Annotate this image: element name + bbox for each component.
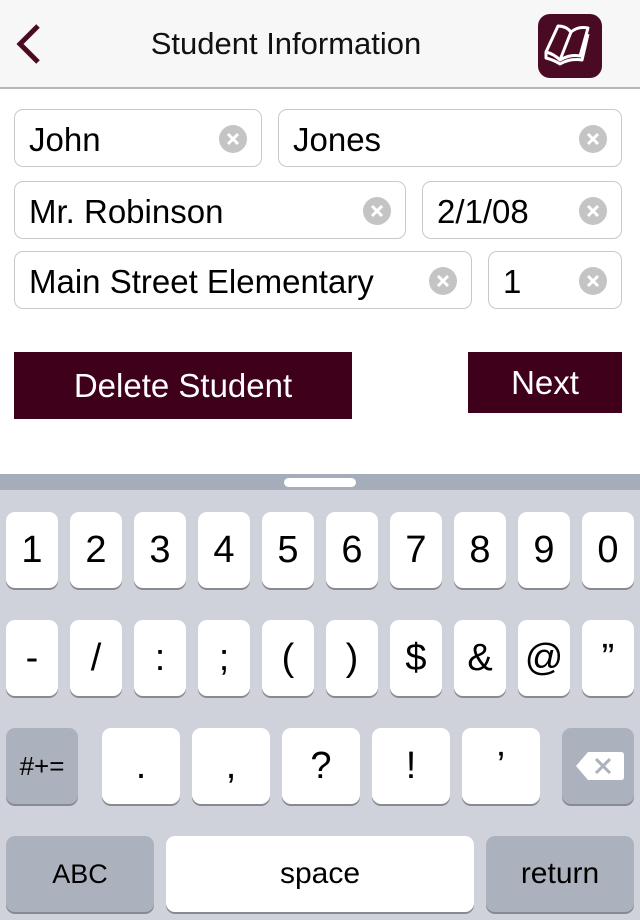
space-key[interactable]: space	[166, 836, 474, 912]
clear-birth-date-button[interactable]	[579, 197, 607, 225]
clear-icon	[370, 204, 384, 218]
key[interactable]: ?	[282, 728, 360, 804]
key[interactable]: 9	[518, 512, 570, 588]
clear-school-button[interactable]	[429, 267, 457, 295]
symbols-key[interactable]: #+=	[6, 728, 78, 804]
key[interactable]: !	[372, 728, 450, 804]
key[interactable]: &	[454, 620, 506, 696]
abc-key[interactable]: ABC	[6, 836, 154, 912]
navigation-bar: Student Information	[0, 0, 640, 89]
clear-first-name-button[interactable]	[219, 125, 247, 153]
key[interactable]: ,	[192, 728, 270, 804]
clear-icon	[586, 274, 600, 288]
last-name-value: Jones	[293, 121, 382, 158]
key[interactable]: 3	[134, 512, 186, 588]
clear-grade-button[interactable]	[579, 267, 607, 295]
key[interactable]: ’	[462, 728, 540, 804]
backspace-key[interactable]	[562, 728, 634, 804]
key[interactable]: 5	[262, 512, 314, 588]
key[interactable]: 2	[70, 512, 122, 588]
first-name-value: John	[29, 121, 101, 158]
clear-teacher-button[interactable]	[363, 197, 391, 225]
key[interactable]: ”	[582, 620, 634, 696]
book-button[interactable]	[538, 14, 602, 78]
return-key[interactable]: return	[486, 836, 634, 912]
grade-field[interactable]: 1	[488, 251, 622, 309]
teacher-value: Mr. Robinson	[29, 193, 224, 230]
open-book-icon	[544, 24, 590, 66]
keyboard: 1234567890 - /:;() $ & @” #+= .,?!’ ABC spac…	[0, 474, 640, 920]
clear-icon	[226, 132, 240, 146]
teacher-field[interactable]: Mr. Robinson	[14, 181, 406, 239]
key[interactable]: 7	[390, 512, 442, 588]
key[interactable]: 0	[582, 512, 634, 588]
school-value: Main Street Elementary	[29, 263, 374, 300]
delete-student-button[interactable]: Delete Student	[14, 352, 352, 419]
birth-date-value: 2/1/08	[437, 193, 529, 230]
key[interactable]: 8	[454, 512, 506, 588]
keyboard-handle[interactable]	[284, 478, 356, 487]
grade-value: 1	[503, 263, 522, 300]
key[interactable]: @	[518, 620, 570, 696]
key[interactable]: 4	[198, 512, 250, 588]
page-title: Student Information	[150, 26, 422, 61]
school-field[interactable]: Main Street Elementary	[14, 251, 472, 309]
birth-date-field[interactable]: 2/1/08	[422, 181, 622, 239]
key[interactable]: -	[6, 620, 58, 696]
next-button[interactable]: Next	[468, 352, 622, 413]
key[interactable]: 6	[326, 512, 378, 588]
key[interactable]: 1	[6, 512, 58, 588]
clear-icon	[436, 274, 450, 288]
key[interactable]: ;	[198, 620, 250, 696]
key[interactable]: .	[102, 728, 180, 804]
key[interactable]: )	[326, 620, 378, 696]
backspace-icon	[576, 752, 624, 780]
keyboard-top-bar	[0, 474, 640, 490]
key[interactable]: (	[262, 620, 314, 696]
key[interactable]: /	[70, 620, 122, 696]
clear-last-name-button[interactable]	[579, 125, 607, 153]
clear-icon	[586, 132, 600, 146]
key[interactable]: $	[390, 620, 442, 696]
first-name-field[interactable]: John	[14, 109, 262, 167]
clear-icon	[586, 204, 600, 218]
last-name-field[interactable]: Jones	[278, 109, 622, 167]
key[interactable]: :	[134, 620, 186, 696]
